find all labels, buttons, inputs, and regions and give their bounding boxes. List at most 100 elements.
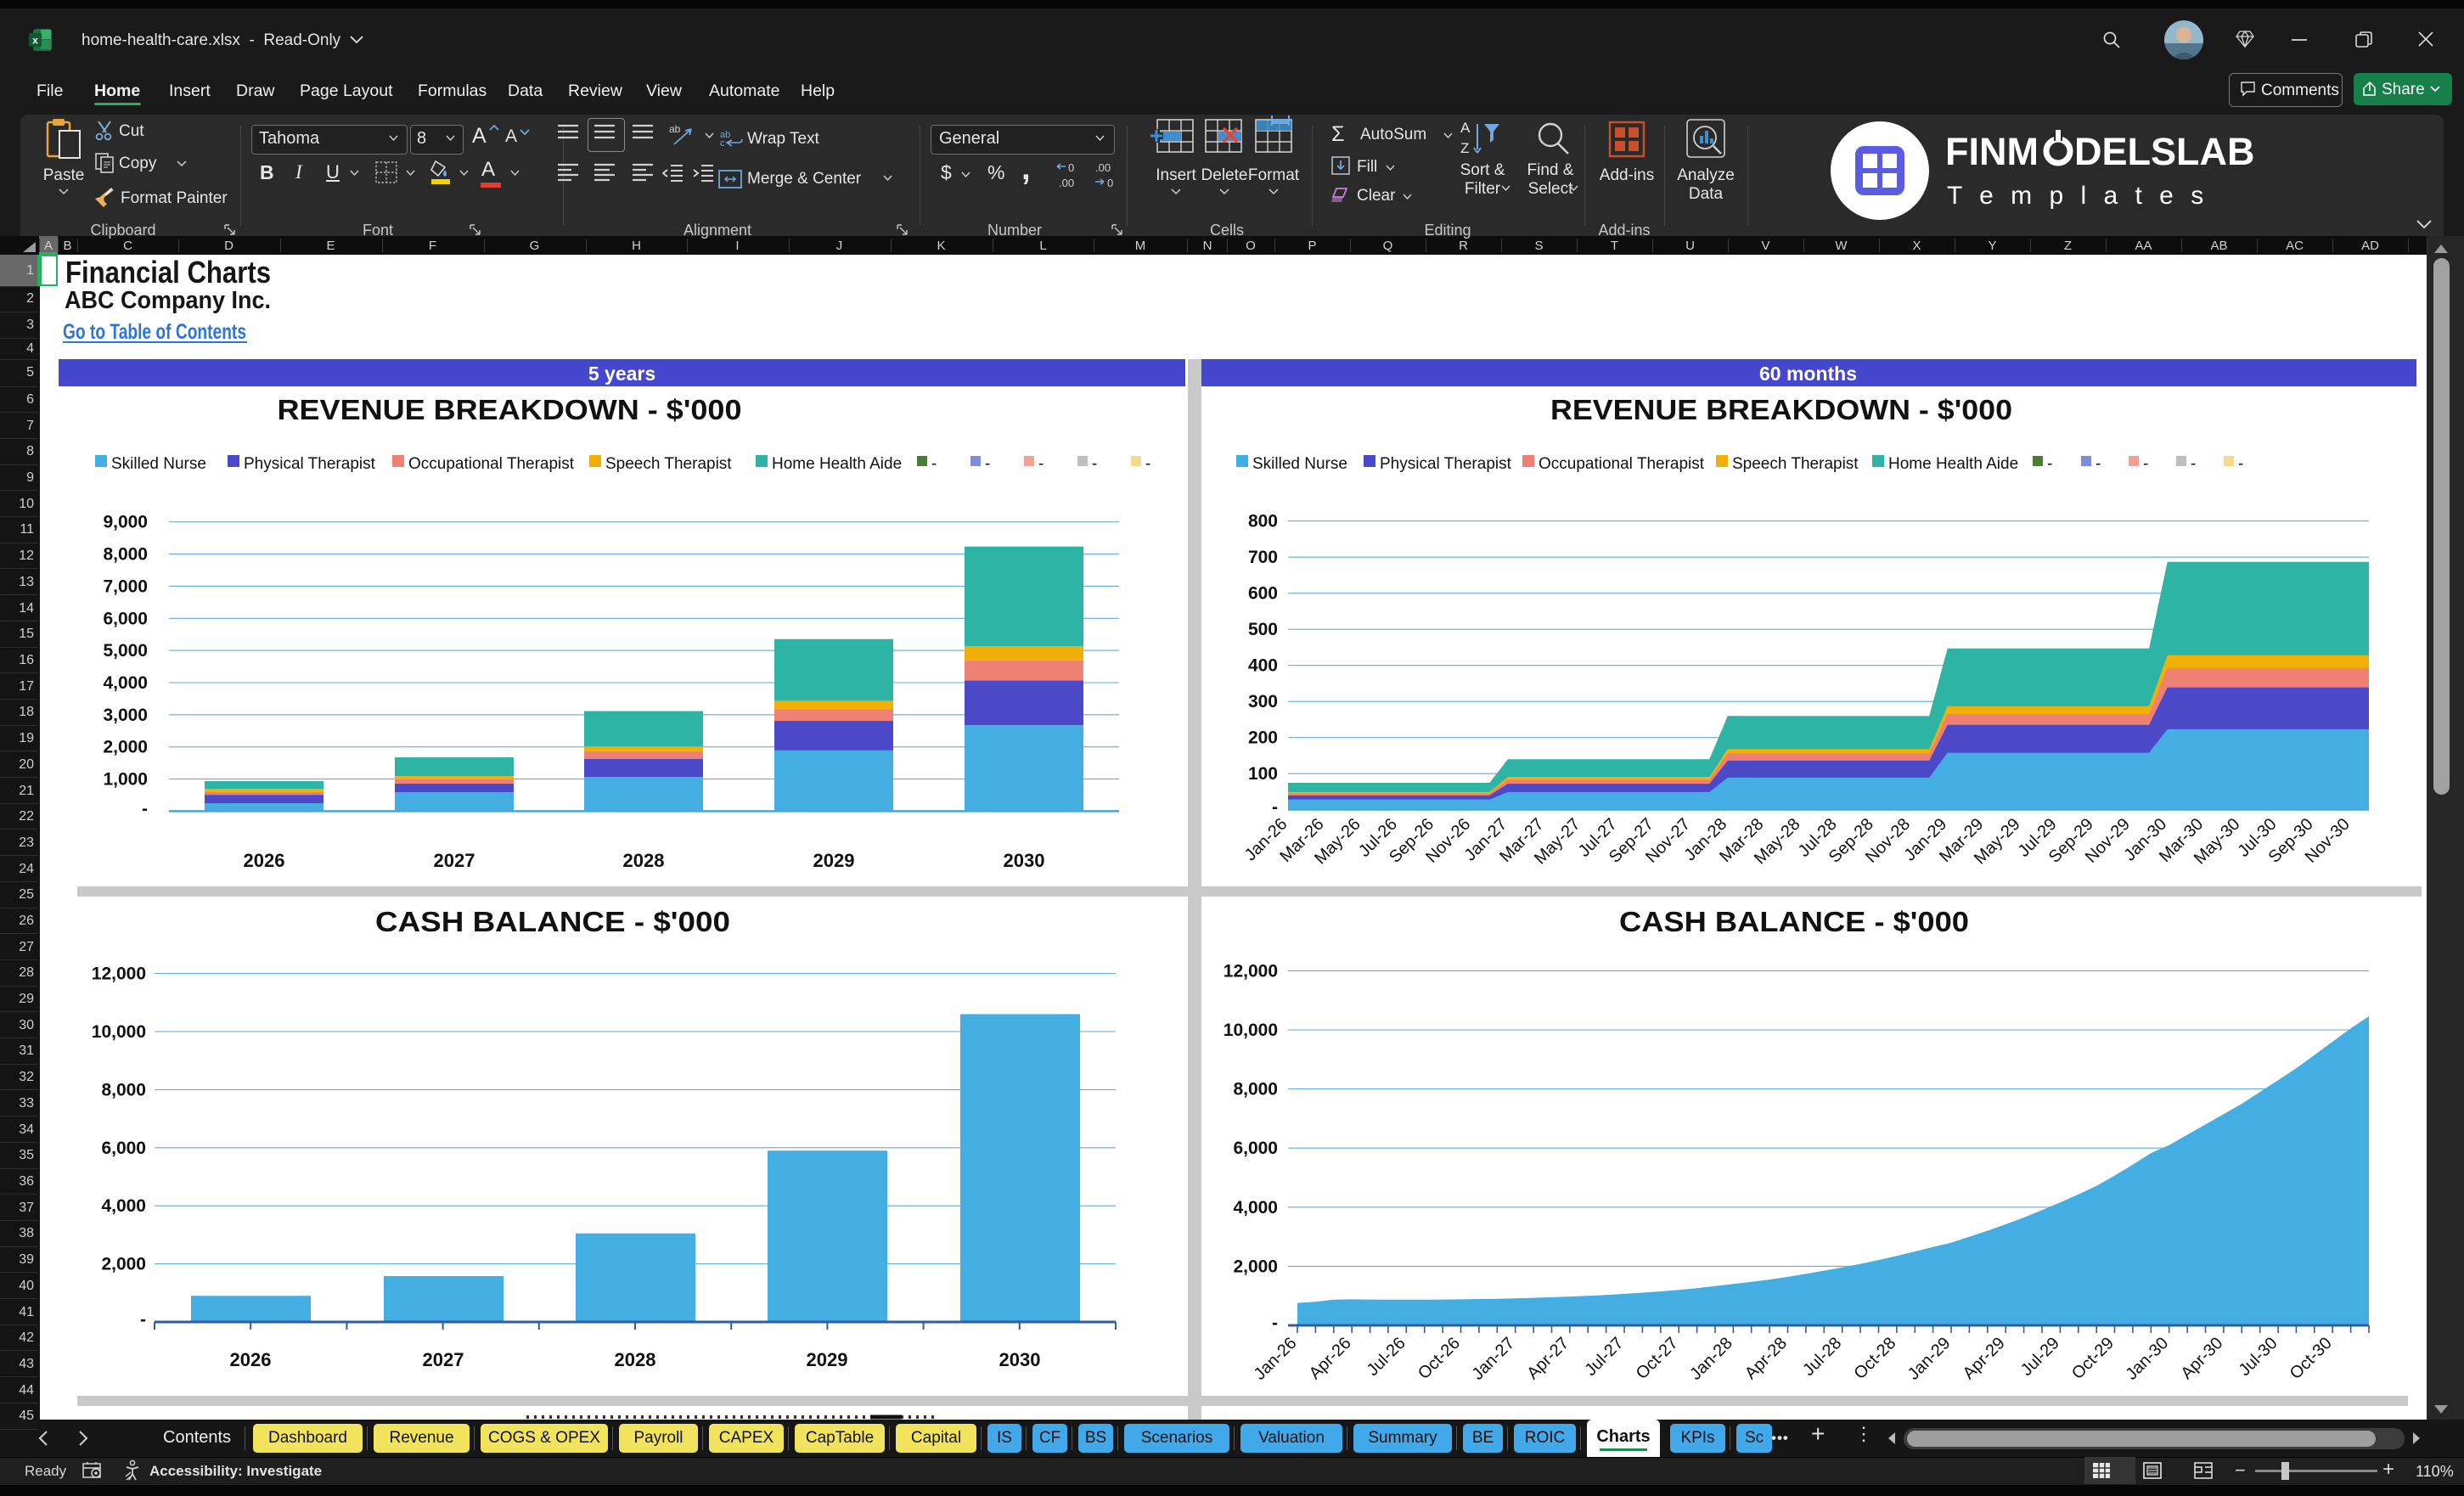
svg-text:Jan-29: Jan-29 xyxy=(1904,1334,1955,1384)
svg-text:6,000: 6,000 xyxy=(101,1139,146,1158)
svg-text:6,000: 6,000 xyxy=(103,609,148,628)
svg-text:Skilled Nurse: Skilled Nurse xyxy=(1252,455,1347,473)
svg-text:Jan-30: Jan-30 xyxy=(2122,1334,2172,1384)
svg-text:REVENUE BREAKDOWN - $'000: REVENUE BREAKDOWN - $'000 xyxy=(278,394,742,425)
svg-text:Apr-27: Apr-27 xyxy=(1523,1334,1572,1383)
svg-text:2026: 2026 xyxy=(244,850,285,871)
svg-text:-: - xyxy=(2096,455,2101,473)
svg-text:2029: 2029 xyxy=(807,1349,848,1370)
svg-text:Skilled Nurse: Skilled Nurse xyxy=(111,455,206,473)
svg-text:0: 0 xyxy=(1107,177,1113,189)
svg-text:2026: 2026 xyxy=(230,1349,272,1370)
svg-text:-: - xyxy=(2143,455,2148,473)
svg-text:-: - xyxy=(142,799,148,818)
svg-text:-: - xyxy=(1092,455,1097,473)
svg-text:Speech Therapist: Speech Therapist xyxy=(605,455,732,473)
svg-text:FINM: FINM xyxy=(1945,130,2039,173)
svg-text:REVENUE BREAKDOWN - $'000: REVENUE BREAKDOWN - $'000 xyxy=(1550,394,2012,425)
svg-text:Occupational Therapist: Occupational Therapist xyxy=(1539,455,1705,473)
svg-text:DELSLAB: DELSLAB xyxy=(2074,130,2255,173)
svg-text:Oct-28: Oct-28 xyxy=(1850,1334,1899,1383)
svg-text:Z: Z xyxy=(1460,140,1469,156)
svg-text:Jan-27: Jan-27 xyxy=(1468,1334,1518,1384)
svg-text:Jan-26: Jan-26 xyxy=(1251,1334,1301,1384)
svg-text:10,000: 10,000 xyxy=(92,1022,146,1042)
svg-text:2028: 2028 xyxy=(623,850,665,871)
svg-text:0: 0 xyxy=(1068,161,1074,174)
svg-text:2028: 2028 xyxy=(615,1349,656,1370)
svg-text:Apr-30: Apr-30 xyxy=(2177,1334,2226,1383)
svg-text:-: - xyxy=(140,1310,146,1330)
svg-text:Jul-27: Jul-27 xyxy=(1581,1334,1627,1380)
svg-text:ABC Company Inc.: ABC Company Inc. xyxy=(65,287,271,314)
svg-text:Physical Therapist: Physical Therapist xyxy=(1380,455,1512,473)
svg-text:2,000: 2,000 xyxy=(103,738,148,757)
svg-text:2,000: 2,000 xyxy=(1233,1257,1278,1276)
svg-text:200: 200 xyxy=(1248,728,1278,748)
svg-text:8,000: 8,000 xyxy=(1233,1080,1278,1100)
svg-text:2,000: 2,000 xyxy=(101,1255,146,1274)
svg-text:Jul-29: Jul-29 xyxy=(2017,1334,2063,1380)
svg-text:100: 100 xyxy=(1248,764,1278,784)
svg-text:-: - xyxy=(1272,798,1278,818)
svg-text:Oct-29: Oct-29 xyxy=(2068,1334,2118,1383)
svg-text:Physical Therapist: Physical Therapist xyxy=(244,455,376,473)
svg-text:2029: 2029 xyxy=(813,850,855,871)
svg-text:2030: 2030 xyxy=(1004,850,1045,871)
svg-text:300: 300 xyxy=(1248,692,1278,711)
svg-text:4,000: 4,000 xyxy=(101,1196,146,1216)
svg-text:Apr-29: Apr-29 xyxy=(1960,1334,2009,1383)
svg-text:Jul-26: Jul-26 xyxy=(1364,1334,1409,1380)
svg-text:CASH BALANCE - $'000: CASH BALANCE - $'000 xyxy=(1619,906,1969,937)
svg-text:Speech Therapist: Speech Therapist xyxy=(1732,455,1859,473)
svg-text:4,000: 4,000 xyxy=(1233,1198,1278,1218)
svg-text:Jul-30: Jul-30 xyxy=(2236,1334,2281,1380)
svg-text:Oct-26: Oct-26 xyxy=(1415,1334,1464,1383)
svg-text:Oct-30: Oct-30 xyxy=(2287,1334,2336,1383)
svg-text:Go to Table of Contents: Go to Table of Contents xyxy=(63,320,246,344)
svg-text:-: - xyxy=(2238,455,2243,473)
svg-text:-: - xyxy=(931,455,937,473)
svg-text:Oct-27: Oct-27 xyxy=(1633,1334,1682,1383)
svg-text:500: 500 xyxy=(1248,620,1278,639)
svg-text:3,000: 3,000 xyxy=(103,706,148,725)
svg-text:Home Health Aide: Home Health Aide xyxy=(1888,455,2018,473)
svg-text:Jan-28: Jan-28 xyxy=(1686,1334,1736,1384)
svg-text:c: c xyxy=(720,138,725,149)
svg-text:Financial Charts: Financial Charts xyxy=(65,255,271,290)
svg-text:.00: .00 xyxy=(1095,161,1111,174)
svg-text:CASH BALANCE - $'000: CASH BALANCE - $'000 xyxy=(375,906,730,937)
svg-text:2027: 2027 xyxy=(434,850,475,871)
svg-text:4,000: 4,000 xyxy=(103,673,148,693)
svg-text:Apr-28: Apr-28 xyxy=(1741,1334,1791,1383)
svg-text:9,000: 9,000 xyxy=(103,513,148,532)
svg-text:1,000: 1,000 xyxy=(103,770,148,790)
svg-text:400: 400 xyxy=(1248,656,1278,676)
svg-text:6,000: 6,000 xyxy=(1233,1139,1278,1158)
svg-text:8,000: 8,000 xyxy=(103,545,148,565)
svg-text:x: x xyxy=(32,35,38,47)
svg-text:-: - xyxy=(985,455,990,473)
svg-text:600: 600 xyxy=(1248,584,1278,604)
svg-text:12,000: 12,000 xyxy=(1224,961,1278,981)
svg-text:2030: 2030 xyxy=(999,1349,1041,1370)
svg-text:700: 700 xyxy=(1248,548,1278,567)
svg-text:8,000: 8,000 xyxy=(101,1080,146,1100)
svg-text:-: - xyxy=(1145,455,1150,473)
svg-text:Apr-26: Apr-26 xyxy=(1306,1334,1355,1383)
svg-text:12,000: 12,000 xyxy=(92,965,146,984)
svg-text:-: - xyxy=(1272,1313,1278,1333)
svg-text:10,000: 10,000 xyxy=(1224,1021,1278,1040)
svg-text:Jul-28: Jul-28 xyxy=(1799,1334,1845,1380)
svg-text:ab: ab xyxy=(669,123,681,135)
svg-text:.00: .00 xyxy=(1059,177,1074,189)
svg-text:-: - xyxy=(2191,455,2196,473)
svg-text:7,000: 7,000 xyxy=(103,576,148,596)
svg-text:A: A xyxy=(1460,120,1471,136)
svg-text:800: 800 xyxy=(1248,512,1278,531)
svg-text:-: - xyxy=(1038,455,1044,473)
svg-text:2027: 2027 xyxy=(423,1349,464,1370)
svg-text:Home Health Aide: Home Health Aide xyxy=(772,455,902,473)
svg-text:5,000: 5,000 xyxy=(103,641,148,661)
svg-text:-: - xyxy=(2047,455,2052,473)
